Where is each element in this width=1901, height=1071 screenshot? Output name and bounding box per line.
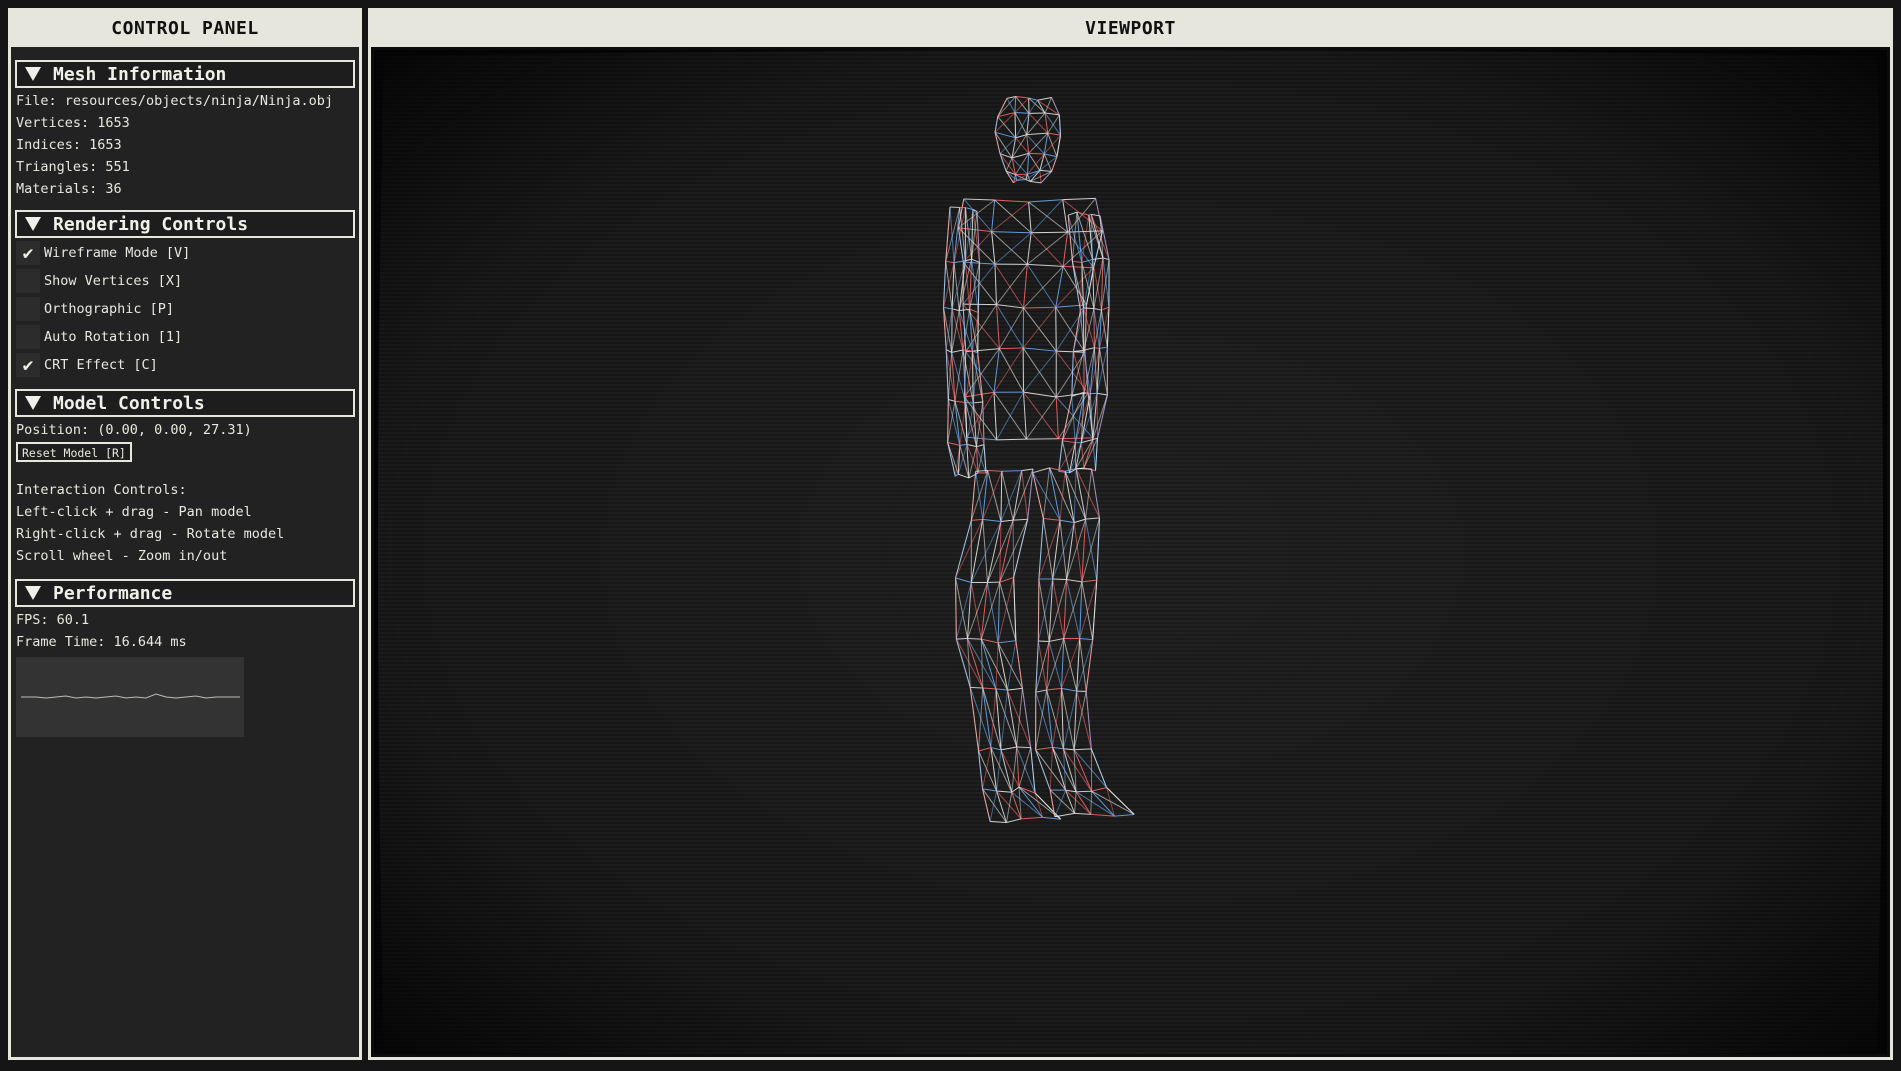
fps-text: FPS: 60.1 (16, 612, 90, 628)
model-controls-label: Model Controls (53, 392, 205, 414)
model-controls-header[interactable]: Model Controls (15, 389, 355, 417)
triangles-count: Triangles: 551 (16, 159, 130, 175)
wireframe-mode-toggle[interactable]: ✔ Wireframe Mode [V] (15, 239, 355, 267)
viewport-render[interactable] (374, 50, 1887, 1054)
interaction-zoom-text: Scroll wheel - Zoom in/out (16, 548, 228, 564)
mesh-information-header[interactable]: Mesh Information (15, 60, 355, 88)
file-path-text: File: resources/objects/ninja/Ninja.obj (16, 93, 333, 109)
crt-scanlines (374, 50, 1887, 1054)
rendering-controls-label: Rendering Controls (53, 213, 249, 235)
crt-effect-label: CRT Effect [C] (44, 357, 158, 373)
interaction-pan-text: Left-click + drag - Pan model (16, 504, 252, 520)
viewport-title[interactable]: VIEWPORT (371, 11, 1890, 47)
auto-rotation-toggle[interactable]: Auto Rotation [1] (15, 323, 355, 351)
indices-count: Indices: 1653 (16, 137, 122, 153)
viewport-window: VIEWPORT (368, 8, 1893, 1060)
orthographic-toggle[interactable]: Orthographic [P] (15, 295, 355, 323)
frame-time-graph (16, 657, 244, 737)
triangle-down-icon (25, 67, 41, 81)
auto-rotation-label: Auto Rotation [1] (44, 329, 183, 345)
vertices-count: Vertices: 1653 (16, 115, 130, 131)
frame-time-plot (21, 693, 240, 699)
performance-section: Performance FPS: 60.1 Frame Time: 16.644… (15, 579, 355, 737)
model-controls-section: Model Controls Position: (0.00, 0.00, 27… (15, 389, 355, 567)
show-vertices-toggle[interactable]: Show Vertices [X] (15, 267, 355, 295)
materials-count: Materials: 36 (16, 181, 122, 197)
control-panel-title[interactable]: CONTROL PANEL (11, 11, 359, 47)
model-position-text: Position: (0.00, 0.00, 27.31) (16, 422, 252, 438)
wireframe-mode-label: Wireframe Mode [V] (44, 245, 191, 261)
interaction-controls-title: Interaction Controls: (16, 482, 187, 498)
mesh-information-section: Mesh Information File: resources/objects… (15, 60, 355, 200)
reset-model-button[interactable]: Reset Model [R] (16, 442, 132, 462)
checkmark-icon: ✔ (22, 354, 34, 376)
show-vertices-label: Show Vertices [X] (44, 273, 183, 289)
rendering-controls-header[interactable]: Rendering Controls (15, 210, 355, 238)
checkmark-icon: ✔ (22, 242, 34, 264)
triangle-down-icon (25, 217, 41, 231)
crt-effect-checkbox[interactable]: ✔ (16, 353, 40, 377)
wireframe-mode-checkbox[interactable]: ✔ (16, 241, 40, 265)
mesh-information-label: Mesh Information (53, 63, 227, 85)
triangle-down-icon (25, 586, 41, 600)
orthographic-label: Orthographic [P] (44, 301, 175, 317)
crt-effect-toggle[interactable]: ✔ CRT Effect [C] (15, 351, 355, 379)
interaction-rotate-text: Right-click + drag - Rotate model (16, 526, 285, 542)
rendering-controls-section: Rendering Controls ✔ Wireframe Mode [V] … (15, 210, 355, 379)
auto-rotation-checkbox[interactable] (16, 325, 40, 349)
orthographic-checkbox[interactable] (16, 297, 40, 321)
frame-time-text: Frame Time: 16.644 ms (16, 634, 187, 650)
control-panel-window: CONTROL PANEL Mesh Information File: res… (8, 8, 362, 1060)
show-vertices-checkbox[interactable] (16, 269, 40, 293)
performance-header[interactable]: Performance (15, 579, 355, 607)
performance-label: Performance (53, 582, 173, 604)
viewport-canvas[interactable] (374, 50, 1887, 1054)
triangle-down-icon (25, 396, 41, 410)
